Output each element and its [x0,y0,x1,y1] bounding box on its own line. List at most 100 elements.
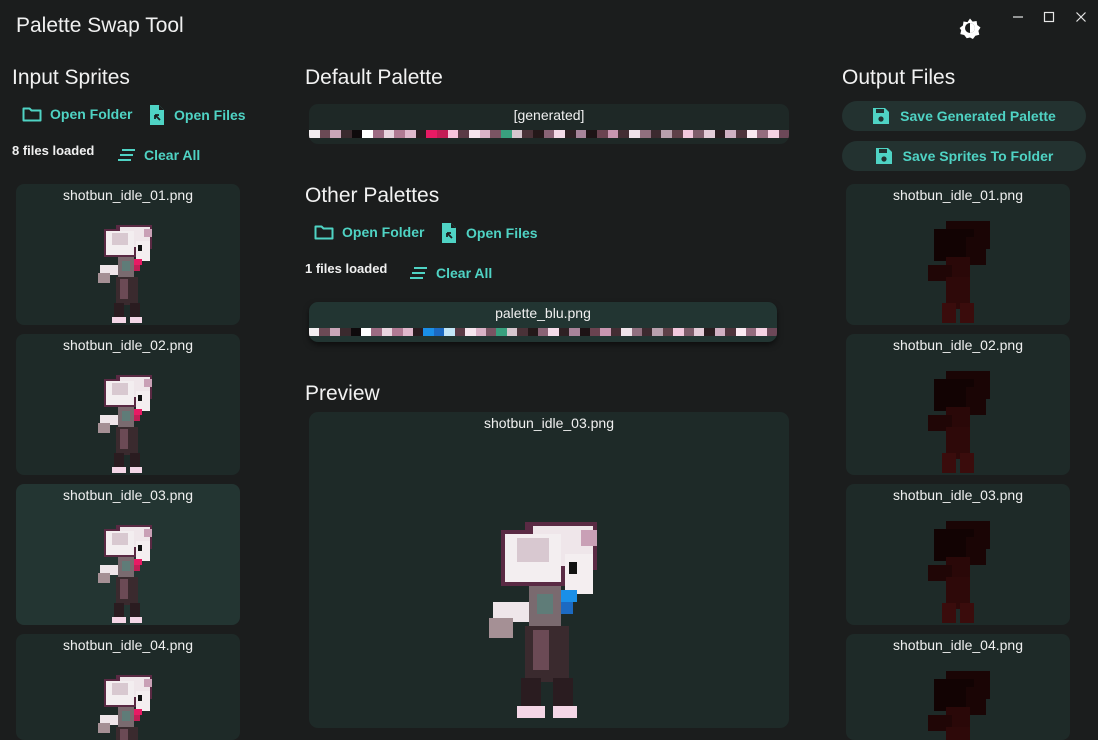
palette-swatch [607,130,619,138]
palette-swatch [475,328,486,336]
palette-swatch [662,328,674,336]
palette-swatch [631,328,642,336]
palette-swatch [650,130,662,138]
input-sprite-card[interactable]: shotbun_idle_02.png [16,334,240,475]
clear-all-label: Clear All [436,265,493,281]
app-title: Palette Swap Tool [16,14,184,37]
palette-swatch [426,130,438,138]
palette-swatch [402,328,414,336]
open-files-label: Open Files [174,107,246,123]
palette-swatch [527,328,538,336]
palette-swatch [746,328,757,336]
palette-swatch [766,328,777,336]
palette-swatch [309,328,320,336]
palette-swatch [465,328,476,336]
palette-swatch [586,130,598,138]
close-button[interactable] [1064,4,1098,30]
sprite-thumbnail [98,225,152,323]
palette-swatch [569,328,580,336]
palette-swatch [340,328,351,336]
minimize-button[interactable] [1001,4,1035,30]
save-sprites-to-folder-button[interactable]: Save Sprites To Folder [842,141,1086,171]
palette-swatch [554,130,566,138]
default-palette-title: Default Palette [305,66,443,89]
palette-swatch [362,130,374,138]
palette-swatch [447,130,459,138]
preview-title: Preview [305,382,380,405]
palette-swatch [373,130,384,138]
palette-swatch [642,328,653,336]
palette-swatch [405,130,416,138]
palettes-open-folder-button[interactable]: Open Folder [314,224,424,240]
palette-swatch [589,328,601,336]
input-open-folder-button[interactable]: Open Folder [22,106,132,122]
palette-color-strip [309,130,789,138]
palette-swatch [309,130,320,138]
palette-swatch [652,328,663,336]
palette-swatch [558,328,570,336]
palette-swatch [756,328,767,336]
theme-toggle-button[interactable] [954,12,986,44]
output-filename: shotbun_idle_02.png [892,337,1023,353]
input-clear-all-button[interactable]: Clear All [118,147,200,163]
save-generated-palette-button[interactable]: Save Generated Palette [842,101,1086,131]
palette-swatch [413,328,424,336]
palette-swatch [621,328,632,336]
palette-swatch [735,130,747,138]
palettes-files-count: 1 files loaded [305,261,388,276]
palette-swatch [506,328,518,336]
input-sprite-card[interactable]: shotbun_idle_01.png [16,184,240,325]
input-sprite-card[interactable]: shotbun_idle_04.png [16,634,240,740]
other-palettes-title: Other Palettes [305,184,440,207]
palette-color-strip [309,328,777,336]
input-open-files-button[interactable]: Open Files [148,104,246,126]
palettes-clear-all-button[interactable]: Clear All [410,265,492,281]
palette-card-selected[interactable]: palette_blu.png [309,302,777,342]
open-folder-label: Open Folder [50,106,133,122]
sprite-thumbnail [98,375,152,473]
save-palette-label: Save Generated Palette [900,108,1056,124]
default-palette-card[interactable]: [generated] [309,104,789,144]
palette-swatch [437,130,448,138]
palette-swatch [597,130,608,138]
palette-name: palette_blu.png [495,305,591,321]
palettes-open-files-button[interactable]: Open Files [440,222,538,244]
save-sprites-label: Save Sprites To Folder [902,148,1054,164]
output-sprite-card[interactable]: shotbun_idle_01.png [846,184,1070,325]
input-sprite-card-selected[interactable]: shotbun_idle_03.png [16,484,240,625]
output-sprite-card[interactable]: shotbun_idle_04.png [846,634,1070,740]
palette-swatch [618,130,630,138]
maximize-button[interactable] [1032,4,1066,30]
save-icon [873,108,890,124]
palette-swatch [673,328,684,336]
palette-swatch [394,130,406,138]
palette-swatch [454,328,466,336]
palette-swatch [496,328,507,336]
clear-all-icon [410,267,427,279]
palette-swatch [543,130,555,138]
palette-swatch [533,130,544,138]
file-import-icon [150,105,164,125]
palette-swatch [693,130,704,138]
palette-swatch [415,130,427,138]
palette-swatch [330,130,342,138]
brightness-icon [959,18,981,39]
palette-swatch [329,328,341,336]
output-filename: shotbun_idle_01.png [892,187,1023,203]
palette-swatch [490,130,502,138]
palette-swatch [703,130,715,138]
palette-swatch [517,328,528,336]
clear-all-label: Clear All [144,147,201,163]
sprite-filename: shotbun_idle_04.png [62,637,193,653]
palette-swatch [319,130,331,138]
palette-swatch [757,130,768,138]
palette-swatch [423,328,434,336]
palette-swatch [350,328,362,336]
palette-swatch [319,328,330,336]
clear-all-icon [118,149,135,161]
sprite-filename: shotbun_idle_03.png [62,487,193,503]
output-sprite-card[interactable]: shotbun_idle_02.png [846,334,1070,475]
output-sprite-thumbnail [928,221,990,323]
output-sprite-card[interactable]: shotbun_idle_03.png [846,484,1070,625]
palette-swatch [548,328,559,336]
